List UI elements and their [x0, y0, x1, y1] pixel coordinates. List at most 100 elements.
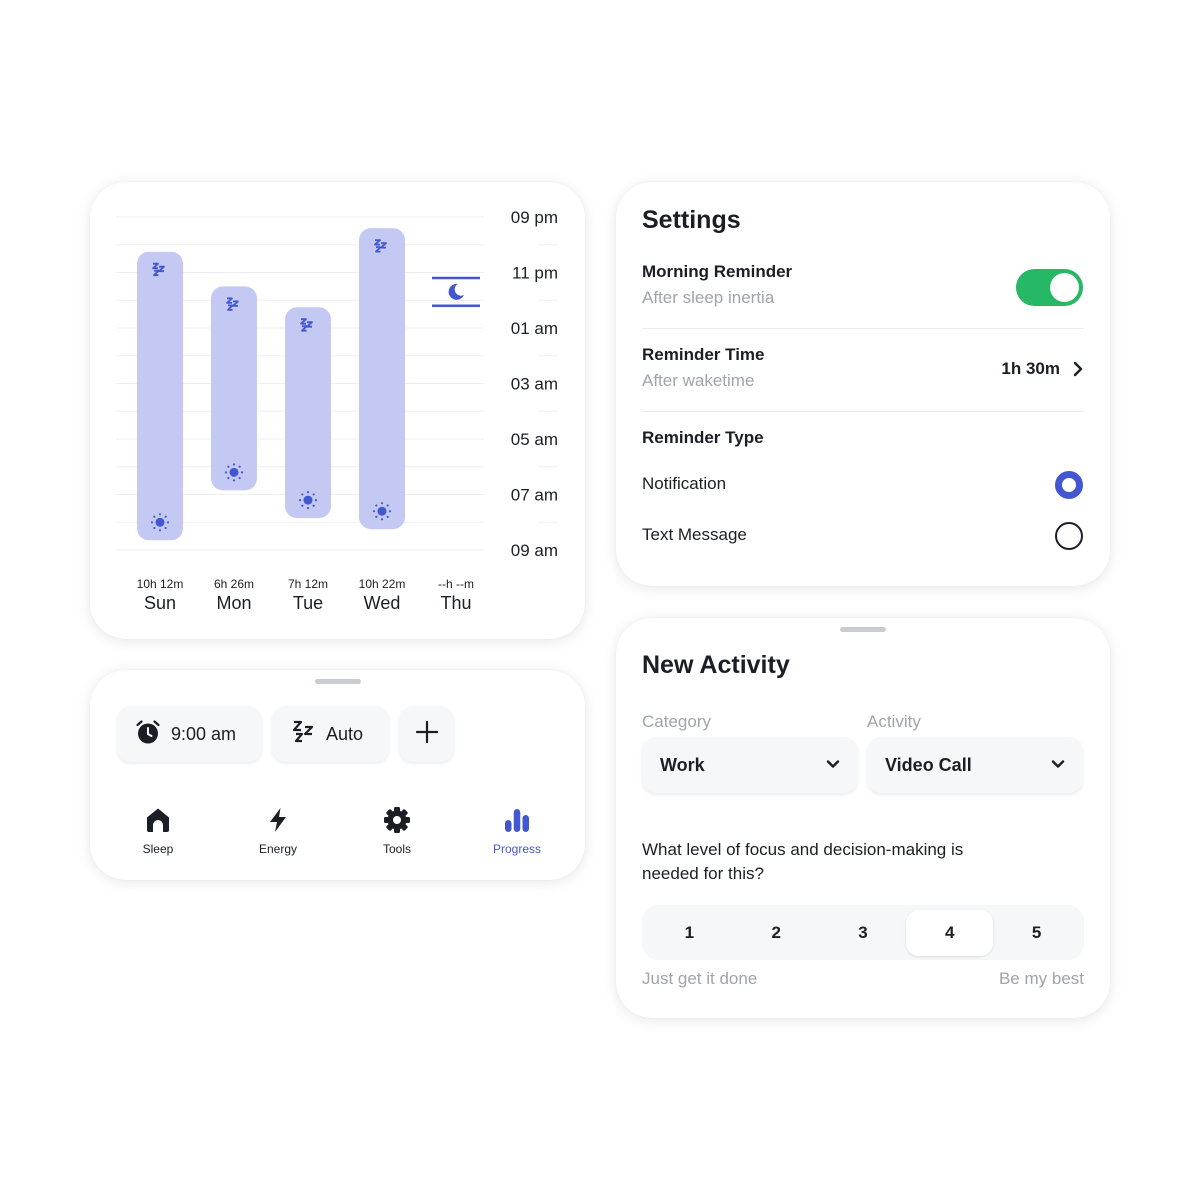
sun-icon [155, 517, 165, 527]
bar-chart-icon [472, 806, 562, 834]
morning-reminder-toggle[interactable] [1016, 269, 1083, 306]
chevron-down-icon [1051, 756, 1065, 774]
settings-card: Settings Morning Reminder After sleep in… [616, 182, 1110, 586]
sun-ray [375, 504, 378, 507]
scale-option-3[interactable]: 3 [820, 910, 907, 956]
sun-ray [232, 463, 236, 466]
activity-select[interactable]: Video Call [867, 737, 1083, 793]
morning-reminder-subtitle: After sleep inertia [642, 288, 775, 307]
sun-ray [306, 490, 310, 494]
y-axis-label: 09 am [511, 541, 558, 560]
sun-ray [164, 526, 167, 530]
sleep-bar-sun [137, 251, 183, 541]
sun-ray [372, 510, 376, 513]
drag-handle[interactable] [314, 679, 361, 684]
sun-ray [232, 479, 236, 482]
bolt-icon [233, 806, 323, 834]
sun-ray [312, 504, 315, 507]
duration-label: 6h 26m [214, 577, 254, 591]
sleep-mode-button[interactable]: Auto [272, 706, 389, 762]
sun-ray [238, 476, 241, 480]
scale-option-4[interactable]: 4 [906, 909, 994, 956]
sun-ray [386, 504, 389, 507]
sun-ray [158, 513, 162, 516]
drag-handle[interactable] [840, 627, 886, 632]
day-label: Thu [440, 593, 471, 613]
y-axis-label: 03 am [511, 375, 558, 394]
nav-item-energy[interactable]: Energy [233, 806, 323, 856]
new-activity-title: New Activity [642, 651, 790, 679]
sun-ray [227, 476, 230, 480]
gear-icon [352, 806, 442, 834]
duration-label: --h --m [438, 577, 474, 591]
sun-ray [306, 506, 310, 510]
nav-item-progress[interactable]: Progress [472, 806, 562, 856]
sun-ray [227, 465, 230, 468]
sun-ray [301, 493, 304, 496]
sleep-bar-tue [285, 307, 331, 519]
scale-option-5[interactable]: 5 [993, 910, 1080, 956]
alarm-clock-icon [135, 719, 161, 750]
duration-label: 10h 22m [359, 577, 406, 591]
sun-ray [150, 521, 154, 524]
sun-ray [314, 498, 318, 502]
sleep-chart-card: 09 pm 11 pm 01 am 03 am 05 am 07 am 09 am 10h 1… [90, 182, 585, 639]
nav-label: Energy [258, 842, 298, 856]
y-axis-label: 01 am [511, 319, 558, 338]
sun-icon [229, 467, 239, 477]
day-label: Wed [364, 593, 401, 613]
chevron-down-icon [826, 756, 840, 774]
sun-ray [153, 526, 156, 530]
sun-ray [166, 521, 170, 524]
bottom-sheet-card: 9:00 am Auto Sleep Energy Tools Progress [90, 670, 585, 880]
reminder-type-title: Reminder Type [642, 428, 764, 447]
reminder-time-title: Reminder Time [642, 345, 765, 364]
sun-ray [238, 465, 241, 468]
scale-min-label: Just get it done [642, 969, 758, 988]
toggle-knob [1050, 273, 1079, 302]
focus-question: What level of focus and decision-making … [642, 840, 964, 883]
nav-item-tools[interactable]: Tools [352, 806, 442, 856]
sun-ray [380, 502, 384, 505]
activity-value: Video Call [885, 754, 972, 775]
sleep-mode-label: Auto [326, 723, 364, 744]
reminder-time-value[interactable]: 1h 30m [1001, 359, 1060, 379]
sleep-chart: 09 pm 11 pm 01 am 03 am 05 am 07 am 09 am 10h 1… [116, 208, 558, 613]
scale-option-2[interactable]: 2 [733, 910, 820, 956]
alarm-time-label: 9:00 am [171, 723, 237, 744]
day-label: Tue [293, 593, 323, 613]
sun-ray [388, 510, 392, 513]
sun-ray [153, 515, 156, 518]
nav-item-sleep[interactable]: Sleep [113, 806, 203, 856]
alarm-time-button[interactable]: 9:00 am [117, 706, 262, 762]
duration-label: 10h 12m [137, 577, 184, 591]
duration-label: 7h 12m [288, 577, 328, 591]
morning-reminder-title: Morning Reminder [642, 262, 793, 281]
sun-ray [224, 471, 228, 474]
sun-ray [312, 493, 315, 496]
sun-ray [240, 471, 244, 474]
scale-option-1[interactable]: 1 [646, 910, 733, 956]
radio-notification[interactable] [1055, 471, 1083, 499]
new-activity-card: New Activity Category Work Activity Vide… [616, 618, 1110, 1018]
activity-label: Activity [867, 712, 921, 731]
sleep-bar-wed [359, 228, 405, 530]
sun-ray [164, 515, 167, 518]
divider [642, 328, 1084, 329]
y-axis-label: 11 pm [512, 264, 558, 283]
category-select[interactable]: Work [642, 737, 858, 793]
reminder-time-subtitle: After waketime [642, 371, 755, 390]
nav-label: Tools [382, 842, 411, 856]
radio-text-message[interactable] [1055, 522, 1083, 550]
sleep-bar-mon [211, 286, 257, 491]
y-axis-label: 07 am [511, 486, 558, 505]
category-label: Category [642, 712, 711, 731]
nav-label: Sleep [142, 842, 174, 856]
moon-icon [448, 283, 464, 300]
chevron-right-icon[interactable] [1072, 361, 1084, 382]
radio-label-text-message[interactable]: Text Message [642, 525, 747, 545]
sun-ray [375, 515, 378, 518]
add-button[interactable] [399, 706, 454, 762]
settings-title: Settings [642, 206, 741, 234]
radio-label-notification[interactable]: Notification [642, 474, 726, 494]
